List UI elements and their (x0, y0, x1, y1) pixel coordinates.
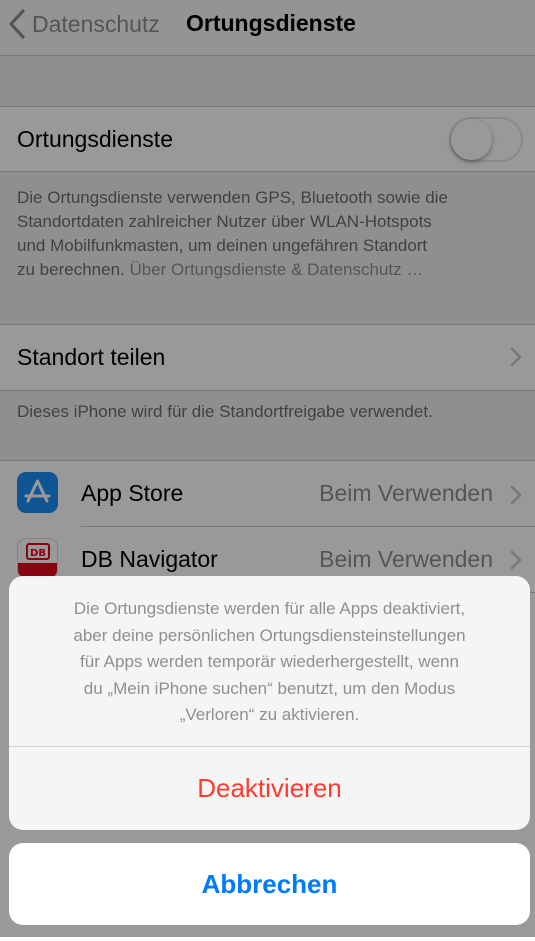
message-line: Die Ortungsdienste werden für alle Apps … (73, 599, 466, 618)
message-line: du „Mein iPhone suchen“ benutzt, um den … (83, 678, 456, 698)
message-line: aber deine persönlichen Ortungsdienstein… (73, 625, 466, 645)
deactivate-button[interactable]: Deaktivieren (9, 747, 530, 830)
message-line: „Verloren“ zu aktivieren. (179, 705, 360, 724)
cancel-button[interactable]: Abbrechen (9, 843, 530, 925)
action-sheet-message: Die Ortungsdienste werden für alle Apps … (27, 596, 512, 729)
action-sheet: Die Ortungsdienste werden für alle Apps … (9, 576, 530, 830)
message-line: für Apps werden temporär wiederhergestel… (80, 652, 459, 671)
